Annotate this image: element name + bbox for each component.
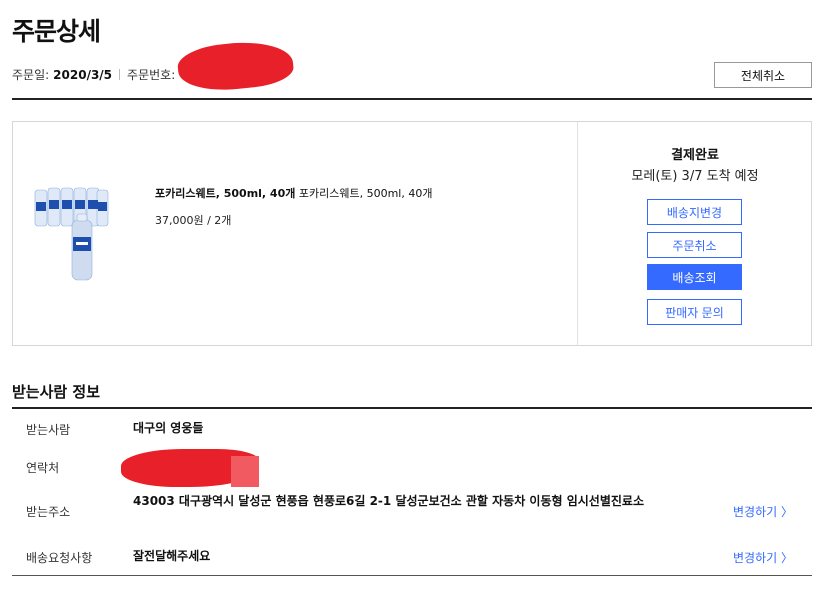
order-status: 결제완료 bbox=[671, 148, 719, 163]
product-thumbnail[interactable] bbox=[33, 182, 109, 282]
change-request-link[interactable]: 변경하기 〉 bbox=[733, 549, 793, 566]
order-date-label: 주문일: bbox=[12, 68, 50, 82]
recipient-divider bbox=[12, 407, 812, 409]
address-label: 받는주소 bbox=[26, 505, 71, 519]
recipient-bottom-divider bbox=[12, 575, 812, 576]
recipient-section-title: 받는사람 정보 bbox=[12, 383, 101, 401]
product-price-qty: 37,000원 / 2개 bbox=[155, 214, 232, 227]
header-divider bbox=[12, 98, 812, 100]
order-number-label: 주문번호: bbox=[127, 68, 176, 82]
change-address-button[interactable]: 배송지변경 bbox=[647, 199, 742, 225]
meta-separator bbox=[119, 69, 121, 80]
recipient-name: 대구의 영웅들 bbox=[133, 421, 204, 435]
order-number-redaction bbox=[175, 37, 296, 95]
change-address-link[interactable]: 변경하기 〉 bbox=[733, 503, 793, 520]
phone-redaction-edge bbox=[231, 456, 259, 487]
order-item-card: 포카리스웨트, 500ml, 40개 포카리스웨트, 500ml, 40개 37… bbox=[12, 121, 812, 346]
cancel-all-button[interactable]: 전체취소 bbox=[714, 62, 812, 88]
product-name[interactable]: 포카리스웨트, 500ml, 40개 포카리스웨트, 500ml, 40개 bbox=[155, 185, 432, 201]
recipient-address: 43003 대구광역시 달성군 현풍읍 현풍로6길 2-1 달성군보건소 관할 … bbox=[133, 494, 644, 508]
product-name-bold[interactable]: 포카리스웨트, 500ml, 40개 bbox=[155, 187, 295, 200]
delivery-eta: 모레(토) 3/7 도착 예정 bbox=[631, 169, 759, 184]
order-date: 2020/3/5 bbox=[53, 67, 113, 82]
page-title: 주문상세 bbox=[12, 17, 101, 46]
cancel-order-button[interactable]: 주문취소 bbox=[647, 232, 742, 258]
product-option: 포카리스웨트, 500ml, 40개 bbox=[298, 187, 433, 200]
recipient-name-label: 받는사람 bbox=[26, 423, 71, 437]
ask-seller-button[interactable]: 판매자 문의 bbox=[647, 299, 742, 325]
order-meta: 주문일: 2020/3/5 주문번호: bbox=[12, 66, 175, 83]
order-status-panel: 결제완료 모레(토) 3/7 도착 예정 배송지변경 주문취소 배송조회 판매자… bbox=[578, 122, 812, 345]
delivery-request-label: 배송요청사항 bbox=[26, 551, 93, 565]
track-shipment-button[interactable]: 배송조회 bbox=[647, 264, 742, 290]
phone-label: 연락처 bbox=[26, 461, 60, 475]
delivery-request: 잘전달해주세요 bbox=[133, 549, 211, 563]
